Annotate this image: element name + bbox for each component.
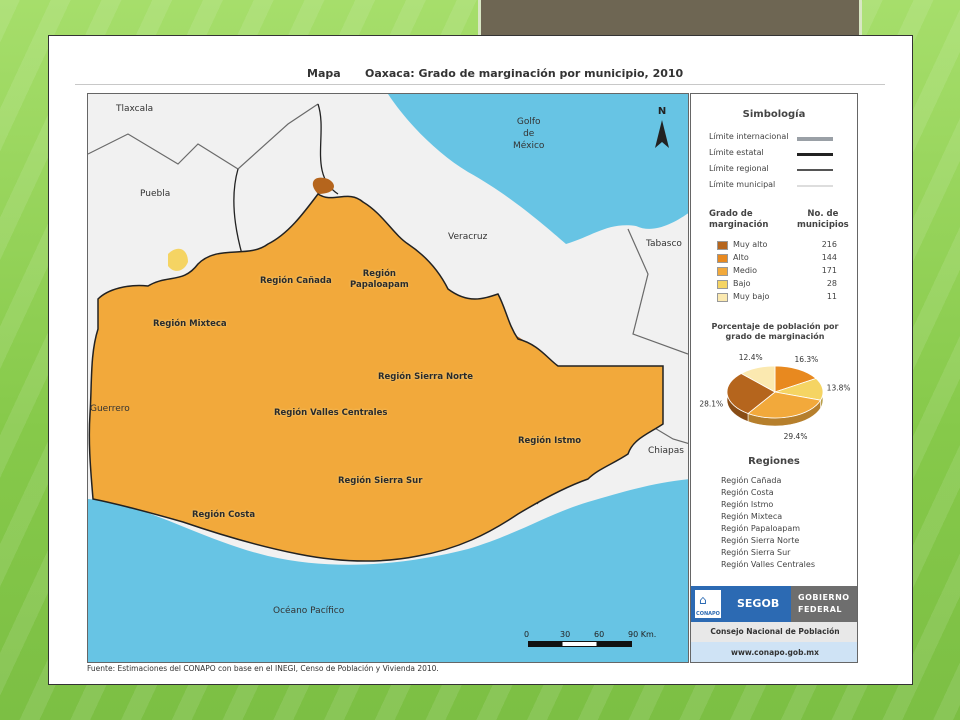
federal-text: FEDERAL [798, 605, 842, 614]
pie-slice-label: 28.1% [699, 399, 723, 408]
conapo-emblem-icon: ⌂ [699, 593, 707, 607]
region-list-item: Región Sierra Sur [721, 548, 791, 557]
legend-category-name: Muy alto [733, 240, 768, 249]
conapo-logo-text: CONAPO [696, 611, 720, 617]
legend-category-name: Medio [733, 266, 758, 275]
scale-tick-30: 30 [560, 630, 571, 639]
label-chiapas: Chiapas [648, 446, 684, 456]
legend-limit-line [797, 137, 833, 141]
label-veracruz: Veracruz [448, 232, 488, 242]
legend-limit-line [797, 169, 833, 171]
region-label-istmo: Región Istmo [518, 436, 582, 446]
legend-simbologia-title: Simbología [742, 109, 806, 120]
legend-swatch [717, 280, 728, 289]
pie-title: Porcentaje de población por grado de mar… [711, 322, 839, 341]
legend-limit-line [797, 185, 833, 187]
map-title-bar: Mapa Oaxaca: Grado de marginación por mu… [75, 60, 885, 85]
conapo-logo: ⌂ CONAPO [695, 590, 721, 618]
gobierno-federal-logo: GOBIERNO FEDERAL [791, 586, 857, 622]
region-label-canada: Región Cañada [260, 276, 332, 286]
region-label-sierra-norte: Región Sierra Norte [378, 372, 474, 382]
legend-swatch [717, 267, 728, 276]
legend-category-count: 144 [821, 253, 837, 262]
region-list-item: Región Cañada [721, 476, 782, 485]
legend-category-name: Alto [733, 253, 749, 262]
source-note: Fuente: Estimaciones del CONAPO con base… [87, 664, 439, 673]
region-list-item: Región Papaloapam [721, 524, 801, 533]
legend-grado-header: Grado de marginación [709, 209, 769, 230]
legend-count-header: No. de municipios [797, 209, 849, 230]
label-tabasco: Tabasco [646, 239, 682, 249]
segob-logo: SEGOB [737, 597, 780, 610]
pie-slice-label: 16.3% [794, 355, 818, 364]
map-label: Mapa [307, 67, 341, 80]
conapo-url[interactable]: www.conapo.gob.mx [691, 642, 857, 662]
region-label-mixteca: Región Mixteca [153, 319, 227, 329]
scale-tick-60: 60 [594, 630, 605, 639]
label-guerrero: Guerrero [90, 404, 130, 414]
legend-swatch [717, 241, 728, 250]
legend-swatch [717, 293, 728, 302]
label-puebla: Puebla [140, 189, 171, 199]
regiones-title: Regiones [748, 456, 800, 467]
region-label-valles: Región Valles Centrales [274, 408, 388, 418]
region-list-item: Región Costa [721, 488, 774, 497]
scale-bar-graphic [528, 641, 632, 647]
pie-slice-label: 12.4% [739, 353, 763, 362]
map-area: Tlaxcala Puebla Veracruz Golfo de México… [87, 93, 689, 663]
gobierno-text: GOBIERNO [798, 593, 850, 602]
label-golfo: Golfo de México [513, 117, 545, 151]
legend-category-name: Bajo [733, 279, 751, 288]
legend-category-count: 28 [826, 279, 837, 288]
pie-slice-label: 29.4% [784, 432, 808, 441]
legend-limit-line [797, 153, 833, 156]
consejo-text: Consejo Nacional de Población [691, 622, 857, 642]
legend-category-row: Muy alto 216 [717, 240, 837, 251]
legend-category-count: 11 [826, 292, 837, 301]
region-label-sierra-sur: Región Sierra Sur [338, 476, 423, 486]
north-label: N [657, 106, 667, 117]
region-list-item: Región Valles Centrales [721, 560, 815, 569]
legend-category-row: Alto 144 [717, 253, 837, 264]
legend-panel: Simbología Límite internacional Límite es… [690, 93, 858, 663]
region-list-item: Región Sierra Norte [721, 536, 800, 545]
legend-limit-label: Límite municipal [709, 180, 776, 189]
pie-chart: 16.3% 13.8% 29.4% 28.1% 12.4% [699, 353, 851, 441]
scale-tick-90: 90 Km. [628, 630, 657, 639]
scale-tick-0: 0 [524, 630, 530, 639]
label-tlaxcala: Tlaxcala [116, 104, 154, 114]
legend-limit-label: Límite estatal [709, 148, 764, 157]
map-title: Oaxaca: Grado de marginación por municip… [365, 67, 684, 80]
legend-category-count: 216 [821, 240, 837, 249]
scale-bar: 0 30 60 90 Km. [524, 630, 674, 650]
region-label-costa: Región Costa [192, 510, 256, 520]
label-oceano: Océano Pacífico [273, 606, 345, 616]
legend-category-count: 171 [821, 266, 837, 275]
legend-category-row: Muy bajo 11 [717, 292, 837, 303]
region-label-papaloapam: Región Papaloapam [350, 269, 409, 290]
region-list-item: Región Istmo [721, 500, 774, 509]
pie-slice-label: 13.8% [827, 384, 851, 393]
legend-limit-label: Límite regional [709, 164, 769, 173]
legend-category-name: Muy bajo [733, 292, 770, 301]
legend-category-row: Medio 171 [717, 266, 837, 277]
region-list-item: Región Mixteca [721, 512, 783, 521]
legend-swatch [717, 254, 728, 263]
legend-category-row: Bajo 28 [717, 279, 837, 290]
logo-bar: ⌂ CONAPO SEGOB GOBIERNO FEDERAL [691, 586, 857, 622]
north-arrow-icon [655, 120, 669, 148]
legend-limit-label: Límite internacional [709, 132, 789, 141]
